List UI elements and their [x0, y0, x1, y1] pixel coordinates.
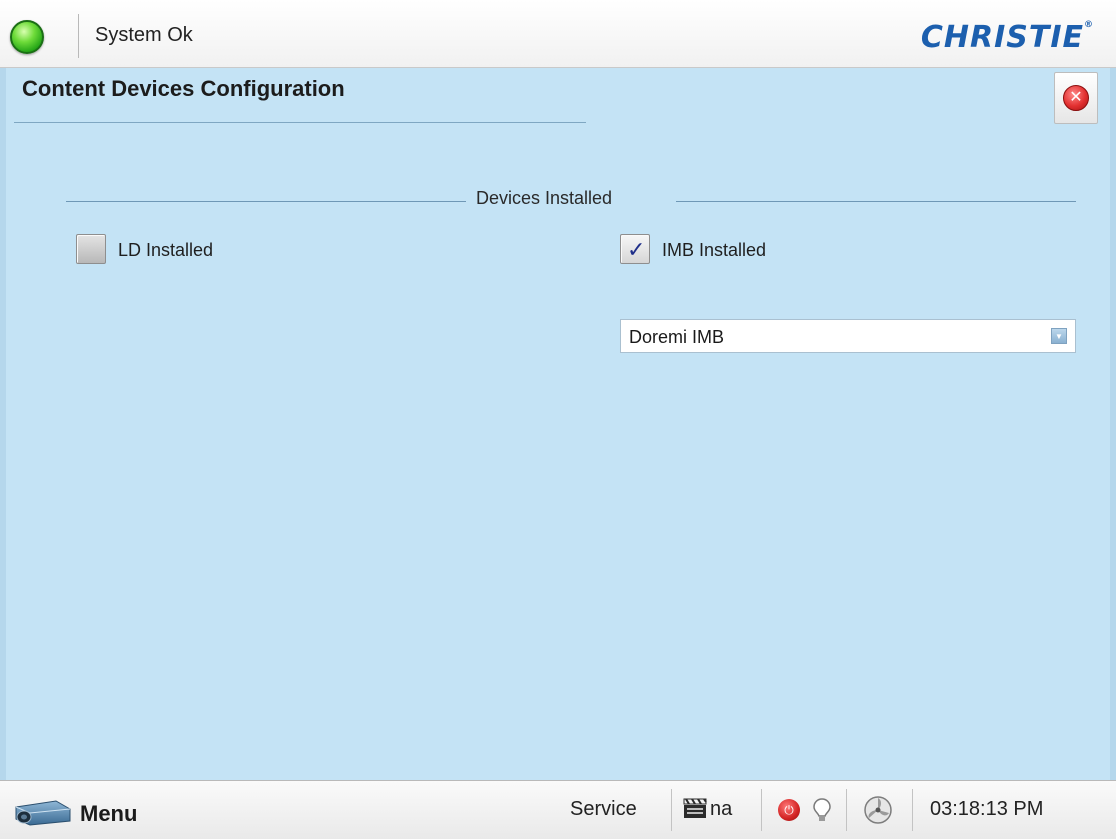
imb-type-value: Doremi IMB: [629, 327, 725, 347]
dropdown-arrow-glyph: ▼: [1055, 331, 1063, 341]
menu-label: Menu: [80, 801, 138, 826]
content-devices-panel: Content Devices Configuration ✕ Devices …: [0, 68, 1116, 780]
system-status-text: System Ok: [95, 24, 193, 46]
logo-text: CHRISTIE: [920, 20, 1084, 55]
status-divider: [78, 14, 79, 58]
christie-logo: CHRISTIE®: [921, 20, 1094, 55]
page-title: Content Devices Configuration: [22, 76, 345, 101]
section-divider-right: [676, 201, 1076, 202]
imb-installed-checkbox[interactable]: ✓: [620, 234, 650, 264]
ld-installed-checkbox[interactable]: [76, 234, 106, 264]
devices-installed-heading: Devices Installed: [476, 188, 613, 208]
tray-divider: [912, 789, 913, 831]
status-ok-icon: [10, 20, 44, 54]
projector-icon: [15, 800, 71, 826]
clapperboard-icon: [683, 798, 707, 818]
tray-divider: [846, 789, 847, 831]
imb-installed-label[interactable]: IMB Installed: [662, 240, 766, 261]
menu-button[interactable]: Menu: [10, 789, 170, 833]
content-status-text: na: [710, 798, 733, 820]
power-icon[interactable]: ⏻: [778, 799, 800, 821]
top-status-bar: System Ok CHRISTIE®: [0, 0, 1116, 68]
lamp-icon[interactable]: [812, 797, 832, 823]
cooling-fan-icon[interactable]: [862, 793, 894, 827]
close-button[interactable]: ✕: [1054, 72, 1098, 124]
ld-installed-label[interactable]: LD Installed: [118, 240, 213, 261]
section-divider-left: [66, 201, 466, 202]
close-glyph: ✕: [1069, 89, 1083, 106]
bottom-status-bar: Menu Service na ⏻ 03:18:13 PM: [0, 780, 1116, 839]
logo-registered-mark: ®: [1084, 20, 1094, 30]
clock-time: 03:18:13 PM: [930, 798, 1044, 820]
imb-type-select[interactable]: Doremi IMB ▼: [620, 319, 1076, 353]
tray-divider: [761, 789, 762, 831]
close-icon: ✕: [1063, 85, 1089, 111]
power-glyph: ⏻: [784, 802, 794, 817]
title-underline: [14, 122, 586, 123]
tray-divider: [671, 789, 672, 831]
service-label[interactable]: Service: [570, 798, 637, 821]
checkmark-icon: ✓: [627, 238, 646, 263]
chevron-down-icon[interactable]: ▼: [1051, 328, 1067, 344]
